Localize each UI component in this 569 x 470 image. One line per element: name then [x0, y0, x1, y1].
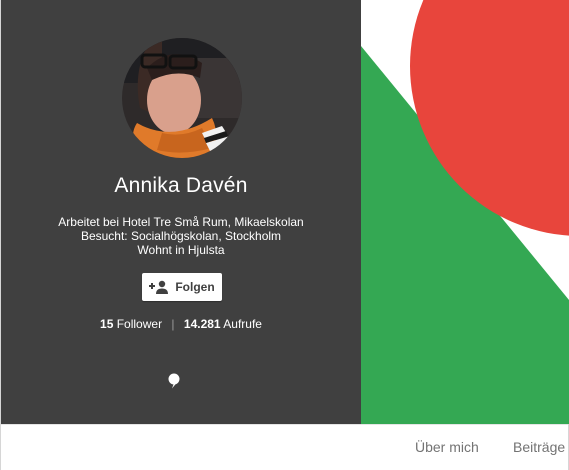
profile-education: Besucht: Socialhögskolan, Stockholm	[80, 229, 282, 243]
views-label: Aufrufe	[223, 317, 262, 331]
follow-button[interactable]: Folgen	[142, 273, 222, 301]
followers-label[interactable]: Follower	[117, 317, 162, 331]
speech-bubble-icon[interactable]	[167, 373, 181, 389]
tab-posts[interactable]: Beiträge	[513, 439, 565, 455]
follow-button-label: Folgen	[175, 280, 215, 294]
profile-card: Annika Davén Arbeitet bei Hotel Tre Små …	[1, 0, 361, 424]
profile-location: Wohnt in Hjulsta	[137, 243, 225, 257]
profile-avatar[interactable]	[122, 38, 242, 158]
avatar-photo	[122, 38, 242, 158]
profile-info: Arbeitet bei Hotel Tre Små Rum, Mikaelsk…	[1, 215, 361, 257]
tabs-bar: Über mich Beiträge	[1, 424, 568, 470]
cover-image	[361, 0, 569, 424]
views-count: 14.281	[183, 317, 221, 331]
followers-count[interactable]: 15	[100, 317, 113, 331]
profile-work: Arbeitet bei Hotel Tre Små Rum, Mikaelsk…	[58, 215, 304, 229]
profile-stats: 15 Follower | 14.281 Aufrufe	[1, 317, 361, 331]
profile-name: Annika Davén	[114, 174, 248, 197]
add-person-icon	[149, 280, 169, 294]
tab-about[interactable]: Über mich	[415, 439, 479, 455]
stats-separator: |	[171, 317, 175, 331]
